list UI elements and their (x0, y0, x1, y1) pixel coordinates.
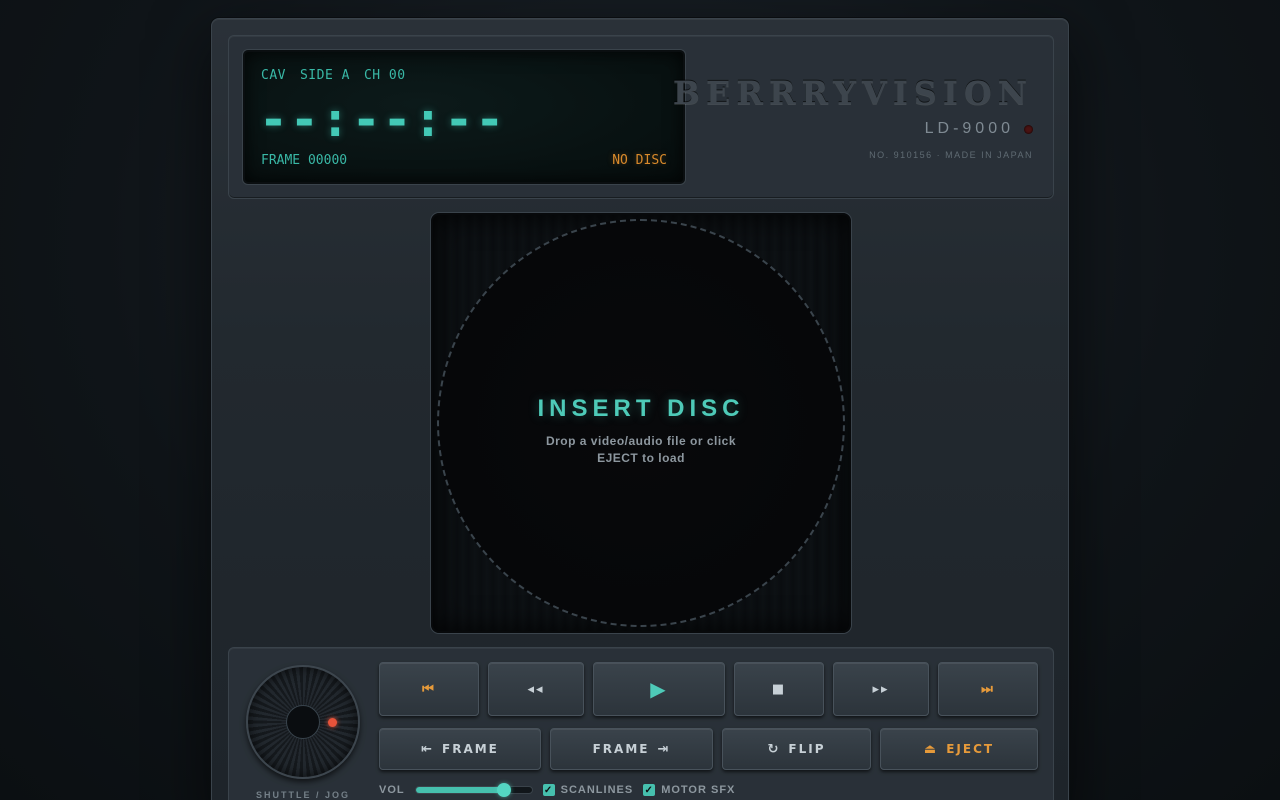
disc-drop-zone[interactable]: INSERT DISC Drop a video/audio file or c… (437, 219, 845, 627)
motor-sfx-label: MOTOR SFX (661, 784, 736, 796)
frame-forward-icon: ⇥ (657, 741, 671, 757)
frame-forward-button[interactable]: FRAME ⇥ (550, 728, 713, 770)
flip-label: FLIP (788, 742, 826, 756)
top-panel: CAV SIDE A CH 00 --:--:-- FRAME 00000 NO… (228, 35, 1054, 199)
jog-indicator-dot (328, 718, 337, 727)
display-chapter: CH 00 (363, 68, 406, 83)
skip-forward-icon: ⏭ (981, 681, 995, 697)
display-disc-status: NO DISC (612, 153, 667, 168)
volume-fill (415, 787, 508, 793)
frame-forward-label: FRAME (592, 742, 650, 756)
frame-back-label: FRAME (442, 742, 499, 756)
scanlines-checkbox[interactable]: ✓ (542, 784, 555, 796)
disc-tray[interactable]: INSERT DISC Drop a video/audio file or c… (431, 213, 851, 633)
motor-sfx-checkbox[interactable]: ✓ (643, 784, 656, 796)
skip-back-icon: ⏮ (422, 681, 436, 697)
eject-icon: ⏏ (923, 741, 939, 757)
flip-icon: ↻ (767, 741, 781, 757)
scanlines-label: SCANLINES (560, 784, 634, 796)
display-frame-counter: FRAME 00000 (261, 153, 348, 168)
prev-chapter-button[interactable]: ⏮ (379, 662, 479, 716)
flip-button[interactable]: ↻ FLIP (722, 728, 871, 770)
play-button[interactable]: ▶ (593, 662, 725, 716)
brand-logo: BERRRYVISION (672, 74, 1033, 112)
serial-number: NO. 910156 · MADE IN JAPAN (869, 150, 1033, 160)
display-info-row: CAV SIDE A CH 00 (261, 68, 406, 83)
power-led (1024, 124, 1033, 134)
insert-disc-hint: Drop a video/audio file or click EJECT t… (545, 434, 737, 465)
display-mode: CAV (261, 68, 286, 83)
model-row: LD-9000 (925, 120, 1033, 138)
fast-forward-icon: ▸▸ (872, 681, 890, 697)
display-timecode: --:--:-- (259, 92, 507, 148)
eject-label: EJECT (946, 742, 995, 756)
rewind-button[interactable]: ◂◂ (488, 662, 584, 716)
options-row: VOL ✓ SCANLINES ✓ MOTOR SFX (379, 783, 735, 797)
eject-button[interactable]: ⏏ EJECT (880, 728, 1038, 770)
volume-handle[interactable] (496, 783, 511, 797)
volume-slider[interactable] (414, 783, 533, 797)
next-chapter-button[interactable]: ⏭ (938, 662, 1038, 716)
motor-sfx-toggle[interactable]: ✓ MOTOR SFX (643, 784, 735, 796)
frame-back-icon: ⇤ (421, 741, 435, 757)
player-chassis: CAV SIDE A CH 00 --:--:-- FRAME 00000 NO… (211, 18, 1069, 800)
volume-label: VOL (379, 784, 405, 796)
play-icon: ▶ (650, 677, 668, 701)
scanlines-toggle[interactable]: ✓ SCANLINES (542, 784, 634, 796)
jog-center (286, 705, 320, 739)
shuttle-jog-wheel[interactable] (246, 665, 360, 779)
jog-label: SHUTTLE / JOG (255, 790, 350, 800)
vfd-display: CAV SIDE A CH 00 --:--:-- FRAME 00000 NO… (243, 50, 685, 184)
control-panel: SHUTTLE / JOG ⏮ ◂◂ ▶ ■ ▸▸ ⏭ ⇤ FRAME FRAM… (228, 647, 1054, 800)
frame-back-button[interactable]: ⇤ FRAME (379, 728, 541, 770)
fast-forward-button[interactable]: ▸▸ (833, 662, 929, 716)
rewind-icon: ◂◂ (527, 681, 545, 697)
stop-button[interactable]: ■ (734, 662, 824, 716)
display-side: SIDE A (299, 68, 350, 83)
insert-disc-title: INSERT DISC (537, 395, 745, 422)
stop-icon: ■ (771, 681, 787, 697)
model-name: LD-9000 (924, 120, 1014, 137)
